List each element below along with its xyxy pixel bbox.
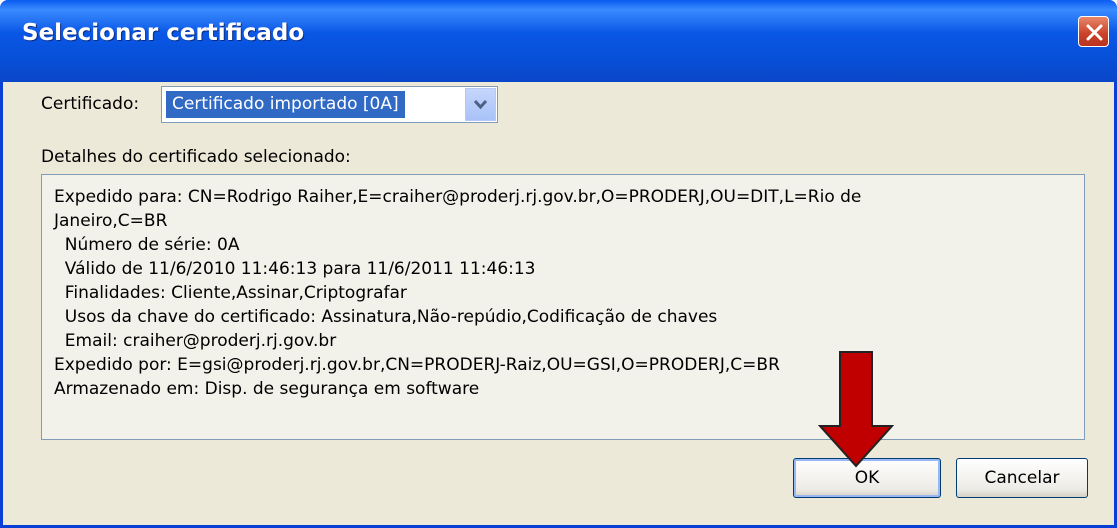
details-line: Armazenado em: Disp. de segurança em sof… (54, 379, 480, 399)
close-button[interactable] (1078, 16, 1109, 47)
certificate-details-box[interactable]: Expedido para: CN=Rodrigo Raiher,E=craih… (41, 174, 1085, 440)
annotation-arrow-icon (818, 351, 894, 468)
chevron-down-icon (473, 99, 488, 110)
details-line: Usos da chave do certificado: Assinatura… (54, 307, 718, 327)
details-line: Janeiro,C=BR (54, 211, 168, 231)
certificate-select[interactable]: Certificado importado [0A] (161, 86, 498, 123)
details-line: Finalidades: Cliente,Assinar,Criptografa… (54, 283, 407, 303)
details-line: Expedido por: E=gsi@proderj.rj.gov.br,CN… (54, 355, 780, 375)
dropdown-button[interactable] (465, 88, 496, 121)
dialog-window: Selecionar certificado Certificado: Cert… (0, 0, 1117, 528)
close-icon (1086, 24, 1103, 41)
cancel-button[interactable]: Cancelar (956, 458, 1088, 498)
details-line: Número de série: 0A (54, 235, 240, 255)
title-bar[interactable]: Selecionar certificado (0, 0, 1117, 82)
details-label: Detalhes do certificado selecionado: (41, 147, 351, 167)
details-line: Válido de 11/6/2010 11:46:13 para 11/6/2… (54, 259, 536, 279)
window-title: Selecionar certificado (22, 20, 305, 46)
certificate-selected-value: Certificado importado [0A] (165, 90, 406, 119)
details-line: Email: craiher@proderj.rj.gov.br (54, 331, 337, 351)
details-line: Expedido para: CN=Rodrigo Raiher,E=craih… (54, 187, 862, 207)
certificate-label: Certificado: (41, 94, 140, 114)
